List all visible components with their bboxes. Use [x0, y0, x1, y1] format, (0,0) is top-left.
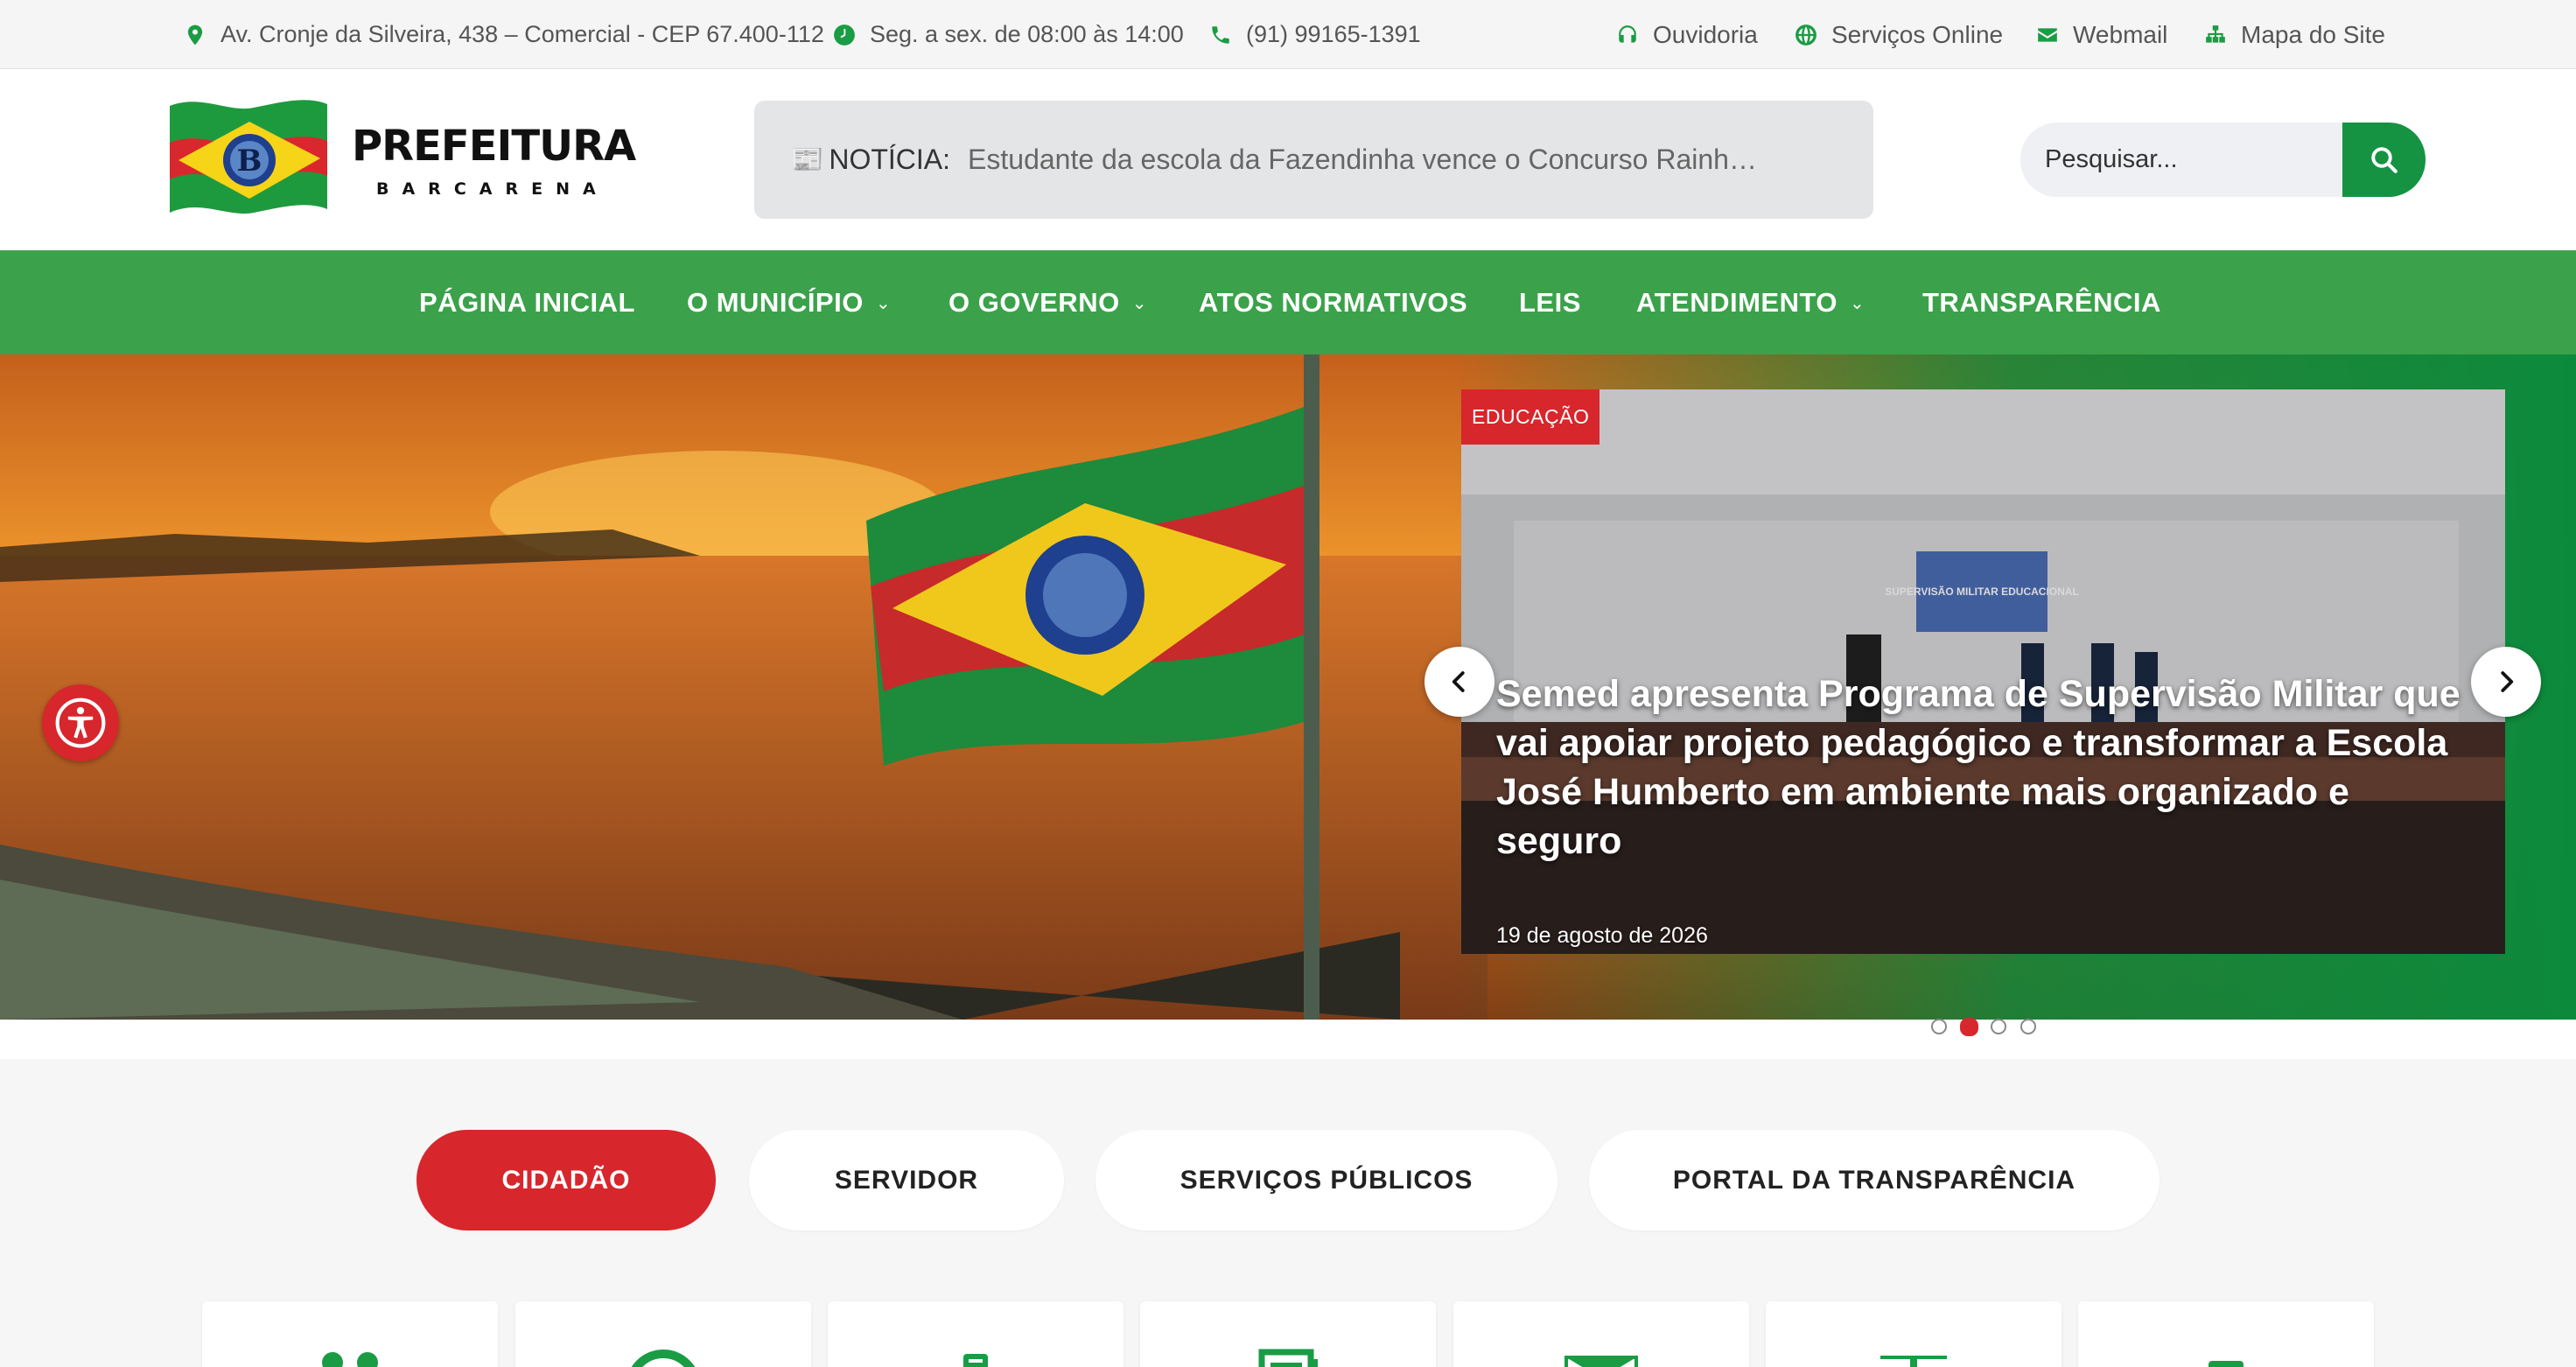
- chevron-down-icon: ⌄: [875, 294, 892, 313]
- address-info: Av. Cronje da Silveira, 438 – Comercial …: [184, 0, 824, 69]
- barcarena-flag-icon: B: [170, 100, 327, 214]
- phone-icon: [1212, 25, 1229, 44]
- webmail-label[interactable]: Webmail: [2073, 21, 2167, 49]
- chevron-down-icon: ⌄: [1131, 294, 1147, 313]
- nav-label: TRANSPARÊNCIA: [1922, 286, 2161, 318]
- nav-leis[interactable]: LEIS: [1519, 250, 1581, 354]
- news-ticker[interactable]: 📰 NOTÍCIA: Estudante da escola da Fazend…: [754, 101, 1873, 219]
- service-card-1[interactable]: [202, 1301, 498, 1367]
- slider-prev-button[interactable]: [1424, 647, 1494, 717]
- site-header: B PREFEITURA BARCARENA 📰 NOTÍCIA: Estuda…: [0, 69, 2576, 250]
- accessibility-icon: [55, 698, 106, 748]
- tab-servicos-publicos[interactable]: SERVIÇOS PÚBLICOS: [1096, 1130, 1558, 1230]
- nav-pagina-inicial[interactable]: PÁGINA INICIAL: [419, 250, 635, 354]
- logo-subtitle: BARCARENA: [376, 179, 609, 199]
- document-icon: [963, 1354, 988, 1367]
- slider-dot-3[interactable]: [1991, 1019, 2006, 1034]
- search-button[interactable]: [2342, 123, 2426, 197]
- nav-label: LEIS: [1519, 286, 1581, 318]
- logo-title: PREFEITURA: [352, 122, 636, 171]
- hero-banner: SUPERVISÃO MILITAR EDUCACIONAL EDUCAÇÃO …: [0, 354, 2576, 1020]
- hours-info: Seg. a sex. de 08:00 às 14:00: [833, 0, 1184, 69]
- service-card-2[interactable]: [515, 1301, 811, 1367]
- main-nav: PÁGINA INICIAL O MUNICÍPIO ⌄ O GOVERNO ⌄ A…: [0, 250, 2576, 354]
- servicos-online-label[interactable]: Serviços Online: [1831, 21, 2003, 49]
- sitemap-icon: [2206, 25, 2225, 43]
- ouvidoria-label[interactable]: Ouvidoria: [1653, 21, 1758, 49]
- nav-transparencia[interactable]: TRANSPARÊNCIA: [1922, 250, 2161, 354]
- servicos-online-link[interactable]: Serviços Online: [1795, 0, 2003, 69]
- tab-servidor[interactable]: SERVIDOR: [749, 1130, 1064, 1230]
- service-card-3[interactable]: [828, 1301, 1124, 1367]
- hours-text: Seg. a sex. de 08:00 às 14:00: [870, 21, 1184, 47]
- chevron-left-icon: [1452, 671, 1465, 692]
- slide-headline[interactable]: Semed apresenta Programa de Supervisão M…: [1496, 669, 2476, 866]
- nav-label: O MUNICÍPIO: [687, 286, 864, 318]
- nav-atos-normativos[interactable]: ATOS NORMATIVOS: [1199, 250, 1467, 354]
- globe-icon: [1796, 24, 1816, 46]
- svg-text:B: B: [237, 144, 262, 179]
- top-info-bar: Av. Cronje da Silveira, 438 – Comercial …: [0, 0, 2576, 69]
- nav-atendimento[interactable]: ATENDIMENTO ⌄: [1636, 250, 1865, 354]
- ouvidoria-link[interactable]: Ouvidoria: [1616, 0, 1758, 69]
- accessibility-button[interactable]: [42, 684, 119, 761]
- slide-date: 19 de agosto de 2026: [1496, 923, 1708, 948]
- news-slide[interactable]: SUPERVISÃO MILITAR EDUCACIONAL EDUCAÇÃO …: [1461, 389, 2505, 954]
- mapa-site-link[interactable]: Mapa do Site: [2204, 0, 2385, 69]
- search-icon: [2370, 146, 2398, 173]
- search-box: [2020, 123, 2426, 197]
- phone-info[interactable]: (91) 99165-1391: [1209, 0, 1421, 69]
- service-card-6[interactable]: [1766, 1301, 2062, 1367]
- nav-o-municipio[interactable]: O MUNICÍPIO ⌄: [687, 250, 891, 354]
- network-icon: [1880, 1356, 1947, 1367]
- nav-label: ATOS NORMATIVOS: [1199, 286, 1468, 318]
- envelope-icon: [2038, 27, 2057, 42]
- slider-dots-bar: [0, 1020, 2576, 1059]
- envelope-card-icon: [1564, 1356, 1638, 1367]
- clock-icon: [834, 24, 855, 46]
- search-input[interactable]: [2020, 123, 2370, 197]
- headset-icon: [1619, 25, 1636, 43]
- slider-dot-4[interactable]: [2020, 1019, 2036, 1034]
- slider-dot-2[interactable]: [1960, 1018, 1978, 1036]
- service-card-7[interactable]: [2078, 1301, 2374, 1367]
- prefeitura-logo[interactable]: B PREFEITURA BARCARENA: [166, 97, 639, 224]
- tab-label: PORTAL DA TRANSPARÊNCIA: [1672, 1165, 2076, 1195]
- service-card-4[interactable]: [1140, 1301, 1436, 1367]
- mapa-site-label[interactable]: Mapa do Site: [2241, 21, 2385, 49]
- tab-label: SERVIÇOS PÚBLICOS: [1180, 1165, 1474, 1195]
- nav-o-governo[interactable]: O GOVERNO ⌄: [948, 250, 1147, 354]
- address-text: Av. Cronje da Silveira, 438 – Comercial …: [220, 21, 824, 47]
- chevron-right-icon: [2501, 671, 2514, 692]
- category-badge[interactable]: EDUCAÇÃO: [1461, 389, 1600, 445]
- slider-next-button[interactable]: [2471, 647, 2541, 717]
- nav-label: PÁGINA INICIAL: [419, 286, 635, 318]
- tab-label: SERVIDOR: [834, 1165, 979, 1195]
- tab-label: CIDADÃO: [501, 1165, 631, 1195]
- newspaper-card-icon: [1258, 1349, 1318, 1367]
- ticker-label: NOTÍCIA:: [829, 144, 951, 175]
- map-pin-icon: [187, 25, 203, 45]
- service-card-5[interactable]: [1453, 1301, 1749, 1367]
- tab-cidadao[interactable]: CIDADÃO: [416, 1130, 716, 1230]
- phone-text[interactable]: (91) 99165-1391: [1246, 21, 1421, 48]
- people-icon: [322, 1352, 378, 1367]
- chevron-down-icon: ⌄: [1849, 294, 1866, 313]
- target-icon: [2208, 1361, 2244, 1367]
- nav-label: ATENDIMENTO: [1636, 286, 1838, 318]
- ticker-headline[interactable]: Estudante da escola da Fazendinha vence …: [968, 144, 1757, 176]
- newspaper-icon: 📰: [791, 145, 824, 174]
- tab-portal-transparencia[interactable]: PORTAL DA TRANSPARÊNCIA: [1589, 1130, 2160, 1230]
- circle-icon: [631, 1349, 696, 1367]
- webmail-link[interactable]: Webmail: [2036, 0, 2167, 69]
- nav-label: O GOVERNO: [948, 286, 1120, 318]
- slider-dot-1[interactable]: [1931, 1019, 1947, 1034]
